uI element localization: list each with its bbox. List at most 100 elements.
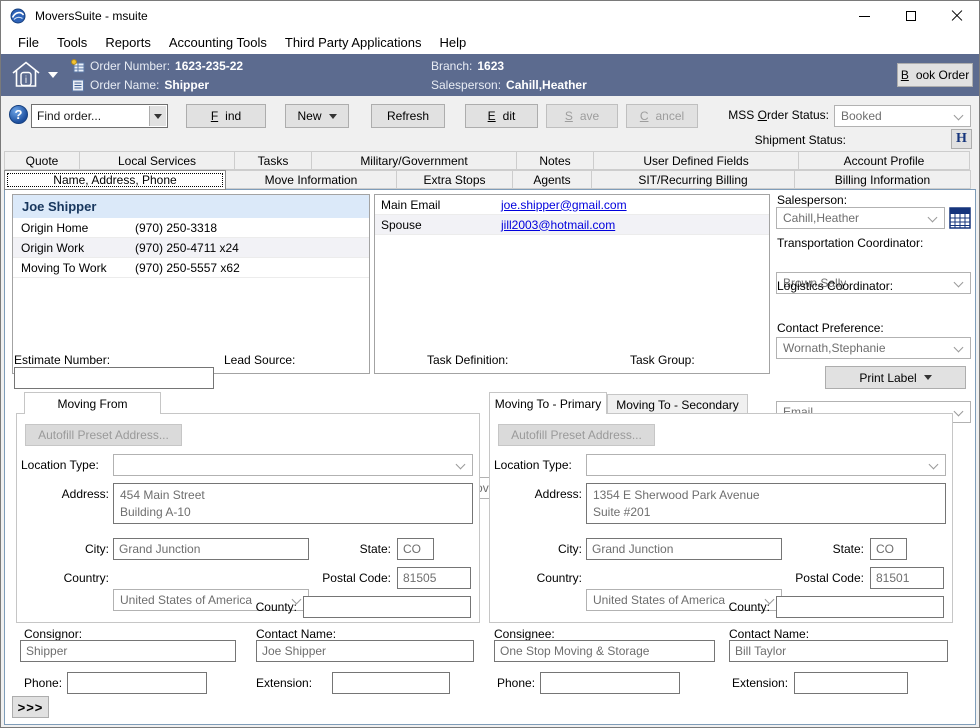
location-type-select[interactable] xyxy=(113,454,473,476)
address-line1: 454 Main Street xyxy=(120,487,466,504)
location-type-select[interactable] xyxy=(586,454,946,476)
save-button[interactable]: Save xyxy=(546,104,618,128)
consignee-extension-input[interactable] xyxy=(794,672,908,694)
edit-button[interactable]: Edit xyxy=(465,104,538,128)
title-bar: MoversSuite - msuite xyxy=(1,1,979,31)
mss-order-status-value: Booked xyxy=(841,109,882,123)
tab-name-address-phone[interactable]: Name, Address, Phone xyxy=(4,170,226,190)
tab-military-government[interactable]: Military/Government xyxy=(311,151,517,170)
consignee-phone-label: Phone: xyxy=(497,676,535,690)
state-input[interactable] xyxy=(397,538,434,560)
phone-row[interactable]: Moving To Work (970) 250-5557 x62 xyxy=(13,258,369,278)
close-icon xyxy=(951,10,963,22)
find-button[interactable]: Find xyxy=(186,104,266,128)
consignor-extension-input[interactable] xyxy=(332,672,450,694)
postal-code-input[interactable] xyxy=(397,567,471,589)
branch-label: Branch: xyxy=(431,59,472,73)
dropdown-arrow-icon xyxy=(154,114,162,119)
tab-moving-from[interactable]: Moving From xyxy=(24,392,161,414)
address-textarea[interactable]: 1354 E Sherwood Park Avenue Suite #201 xyxy=(586,483,946,524)
postal-code-input[interactable] xyxy=(870,567,944,589)
email-row[interactable]: Spouse jill2003@hotmail.com xyxy=(375,215,769,235)
county-input[interactable] xyxy=(776,596,944,618)
chevron-down-icon xyxy=(928,213,938,223)
svg-text:i: i xyxy=(25,75,27,86)
tab-tasks[interactable]: Tasks xyxy=(234,151,312,170)
cancel-button[interactable]: Cancel xyxy=(626,104,698,128)
header-salesperson-value: Cahill,Heather xyxy=(506,78,587,92)
home-info-icon[interactable]: i xyxy=(10,60,42,89)
minimize-button[interactable] xyxy=(842,1,887,31)
email-row[interactable]: Main Email joe.shipper@gmail.com xyxy=(375,195,769,215)
maximize-button[interactable] xyxy=(888,1,933,31)
menu-third-party-applications[interactable]: Third Party Applications xyxy=(276,31,431,54)
close-button[interactable] xyxy=(934,1,979,31)
email-link[interactable]: joe.shipper@gmail.com xyxy=(501,198,627,212)
autofill-preset-address-button[interactable]: Autofill Preset Address... xyxy=(25,424,182,446)
logistics-coordinator-select[interactable]: Wornath,Stephanie xyxy=(776,337,971,359)
consignor-extension-label: Extension: xyxy=(256,676,312,690)
tab-notes[interactable]: Notes xyxy=(516,151,594,170)
order-number-label: Order Number: xyxy=(90,59,170,73)
address-label: Address: xyxy=(492,487,582,501)
print-label-button[interactable]: Print Label xyxy=(825,366,966,389)
help-icon[interactable]: ? xyxy=(9,105,28,124)
home-dropdown-icon[interactable] xyxy=(48,72,58,78)
find-order-dropdown-button[interactable] xyxy=(149,106,166,126)
find-order-combobox[interactable]: Find order... xyxy=(31,104,168,128)
county-input[interactable] xyxy=(303,596,471,618)
shipment-status-label: Shipment Status: xyxy=(706,133,846,147)
state-label: State: xyxy=(317,542,391,556)
consignee-input[interactable] xyxy=(494,640,715,662)
consignor-contact-name-input[interactable] xyxy=(256,640,474,662)
book-order-button[interactable]: Book Order xyxy=(897,63,973,87)
tab-move-information[interactable]: Move Information xyxy=(225,170,397,189)
shipment-history-button[interactable]: H xyxy=(951,129,972,149)
city-input[interactable] xyxy=(113,538,309,560)
menu-tools[interactable]: Tools xyxy=(48,31,96,54)
minimize-icon xyxy=(859,16,870,17)
salesperson-schedule-icon[interactable] xyxy=(949,207,971,229)
phone-type: Origin Home xyxy=(13,221,135,235)
tab-agents[interactable]: Agents xyxy=(512,170,592,189)
phone-row[interactable]: Origin Work (970) 250-4711 x24 xyxy=(13,238,369,258)
salesperson-select[interactable]: Cahill,Heather xyxy=(776,207,945,229)
tab-extra-stops[interactable]: Extra Stops xyxy=(396,170,513,189)
tab-local-services[interactable]: Local Services xyxy=(79,151,235,170)
moving-to-box: Autofill Preset Address... Location Type… xyxy=(489,413,953,623)
phone-number: (970) 250-4711 x24 xyxy=(135,241,239,255)
tab-billing-information[interactable]: Billing Information xyxy=(794,170,971,189)
menu-reports[interactable]: Reports xyxy=(96,31,160,54)
menu-accounting-tools[interactable]: Accounting Tools xyxy=(160,31,276,54)
autofill-preset-address-button[interactable]: Autofill Preset Address... xyxy=(498,424,655,446)
mss-order-status-select[interactable]: Booked xyxy=(834,105,971,127)
tab-moving-to-primary[interactable]: Moving To - Primary xyxy=(489,392,607,414)
tab-quote[interactable]: Quote xyxy=(4,151,80,170)
consignor-input[interactable] xyxy=(20,640,236,662)
tab-moving-to-secondary[interactable]: Moving To - Secondary xyxy=(607,394,748,414)
refresh-button[interactable]: Refresh xyxy=(371,104,445,128)
expand-more-button[interactable]: >>> xyxy=(12,696,49,718)
tab-account-profile[interactable]: Account Profile xyxy=(798,151,970,170)
menu-file[interactable]: File xyxy=(9,31,48,54)
county-label: County: xyxy=(670,600,770,614)
chevron-down-icon xyxy=(929,460,939,470)
window-title: MoversSuite - msuite xyxy=(35,1,148,31)
state-input[interactable] xyxy=(870,538,907,560)
phone-row[interactable]: Origin Home (970) 250-3318 xyxy=(13,218,369,238)
location-type-label: Location Type: xyxy=(19,458,109,472)
new-button[interactable]: New xyxy=(285,104,349,128)
tab-user-defined-fields[interactable]: User Defined Fields xyxy=(593,151,799,170)
moving-from-box: Autofill Preset Address... Location Type… xyxy=(16,413,480,623)
consignee-phone-input[interactable] xyxy=(540,672,680,694)
order-header-band: i Order Number: 1623-235-22 Order Nam xyxy=(1,54,979,96)
county-label: County: xyxy=(197,600,297,614)
estimate-number-input[interactable] xyxy=(14,367,214,389)
address-textarea[interactable]: 454 Main Street Building A-10 xyxy=(113,483,473,524)
menu-help[interactable]: Help xyxy=(430,31,475,54)
consignor-phone-input[interactable] xyxy=(67,672,207,694)
tab-sit-recurring-billing[interactable]: SIT/Recurring Billing xyxy=(591,170,795,189)
consignee-contact-name-input[interactable] xyxy=(729,640,948,662)
city-input[interactable] xyxy=(586,538,782,560)
email-link[interactable]: jill2003@hotmail.com xyxy=(501,218,615,232)
